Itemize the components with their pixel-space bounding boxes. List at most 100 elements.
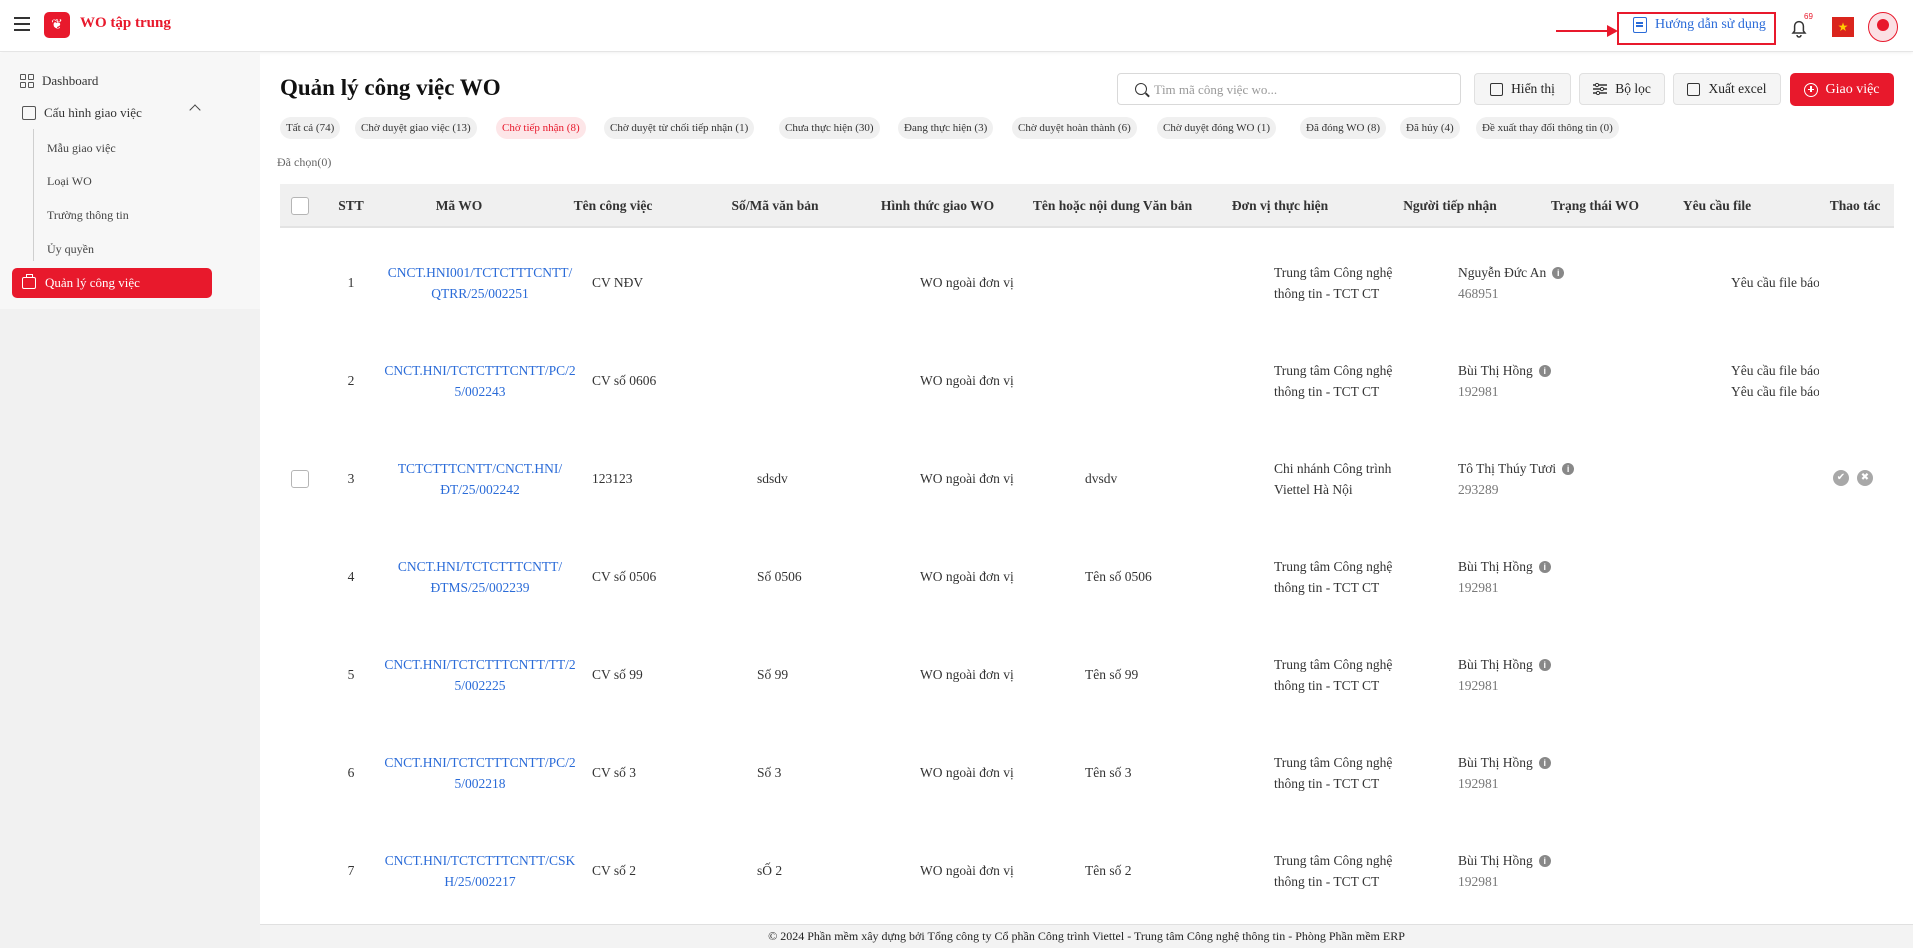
footer: © 2024 Phần mềm xây dựng bởi Tổng công t…: [260, 924, 1913, 948]
row-stt: 5: [347, 667, 355, 682]
wo-code-link[interactable]: CNCT.HNI/TCTCTTTCNTT/TT/2 5/002225: [380, 654, 580, 696]
tab-pending-close[interactable]: Chờ duyệt đóng WO (1): [1157, 117, 1277, 139]
unit-line: Trung tâm Công nghệ: [1274, 657, 1393, 672]
table-header: STT Mã WO Tên công việc Số/Mã văn bản Hì…: [280, 184, 1894, 228]
doc-number: Số 0506: [757, 569, 802, 584]
annotation-arrow: [1556, 30, 1611, 32]
assign-form: WO ngoài đơn vị: [920, 569, 1014, 584]
avatar[interactable]: [1868, 12, 1898, 42]
app-title[interactable]: WO tập trung: [80, 15, 171, 32]
work-name: CV số 99: [592, 667, 643, 682]
sidebar-item-work-management[interactable]: Quản lý công việc: [12, 268, 212, 298]
info-icon[interactable]: i: [1552, 267, 1565, 279]
info-icon[interactable]: i: [1538, 757, 1551, 769]
filter-icon: [1593, 83, 1608, 95]
unit-line: thông tin - TCT CT: [1274, 384, 1380, 399]
select-all-checkbox[interactable]: [291, 197, 309, 215]
wo-code-link[interactable]: CNCT.HNI001/TCTCTTTCNTT/QTRR/25/002251: [380, 262, 580, 304]
wo-code-link[interactable]: CNCT.HNI/TCTCTTTCNTT/CSK H/25/002217: [380, 850, 580, 892]
receiver-id: 192981: [1458, 874, 1499, 889]
receiver-id: 192981: [1458, 384, 1499, 399]
table-row[interactable]: 2 CNCT.HNI/TCTCTTTCNTT/PC/2 5/002243 CV số …: [280, 326, 1894, 424]
info-icon[interactable]: i: [1538, 659, 1551, 671]
reject-icon[interactable]: ✖: [1857, 470, 1873, 486]
display-button[interactable]: Hiển thị: [1474, 73, 1571, 105]
tab-pending-receive[interactable]: Chờ tiếp nhận (8): [496, 117, 586, 139]
tab-change-request[interactable]: Đề xuất thay đổi thông tin (0): [1476, 117, 1619, 139]
filter-button[interactable]: Bộ lọc: [1579, 73, 1665, 105]
approve-icon[interactable]: ✔: [1833, 470, 1849, 486]
page-title: Quản lý công việc WO: [280, 75, 501, 100]
doc-name: Tên số 99: [1085, 667, 1139, 682]
tab-pending-complete[interactable]: Chờ duyệt hoàn thành (6): [1012, 117, 1137, 139]
sidebar-item-fields[interactable]: Trường thông tin: [47, 208, 129, 223]
assign-work-button[interactable]: Giao việc: [1790, 73, 1894, 106]
wo-code-line: 5/002225: [454, 678, 506, 693]
col-unit: Đơn vị thực hiện: [1231, 198, 1329, 213]
doc-name: Tên số 2: [1085, 863, 1132, 878]
excel-icon: [1687, 82, 1701, 96]
info-icon[interactable]: i: [1538, 855, 1551, 867]
tab-in-progress[interactable]: Đang thực hiện (3): [898, 117, 994, 139]
unit-line: thông tin - TCT CT: [1274, 874, 1380, 889]
unit-line: Trung tâm Công nghệ: [1274, 265, 1393, 280]
table-row[interactable]: ✔ ✖ 3 TCTCTTTCNTT/CNCT.HNI/ĐT/25/002242 1231…: [280, 424, 1894, 522]
work-name: CV NĐV: [592, 275, 644, 290]
file-requirement: Yêu cầu file báo: [1731, 272, 1819, 293]
search-input[interactable]: [1154, 80, 1444, 100]
table-row[interactable]: 7 CNCT.HNI/TCTCTTTCNTT/CSK H/25/002217 CV s…: [280, 816, 1894, 914]
receiver-name-line: Bùi Thị Hồng i: [1458, 556, 1628, 577]
top-bar: ❦ WO tập trung Hướng dẫn sử dụng 69 ★: [0, 0, 1913, 52]
unit-line: Trung tâm Công nghệ: [1274, 853, 1393, 868]
sidebar-item-delegation[interactable]: Ủy quyền: [47, 242, 94, 257]
sidebar-item-dashboard[interactable]: Dashboard: [20, 73, 98, 89]
tab-pending-assign[interactable]: Chờ duyệt giao việc (13): [355, 117, 477, 139]
info-icon[interactable]: i: [1538, 561, 1551, 573]
receiver-name: Bùi Thị Hồng: [1458, 755, 1533, 770]
wo-code-link[interactable]: CNCT.HNI/TCTCTTTCNTT/PC/2 5/002243: [380, 360, 580, 402]
sidebar-item-wo-types[interactable]: Loại WO: [47, 174, 92, 189]
plus-circle-icon: [1804, 82, 1819, 97]
table-icon: [1490, 82, 1504, 96]
unit-line: thông tin - TCT CT: [1274, 678, 1380, 693]
wo-code-link[interactable]: CNCT.HNI/TCTCTTTCNTT/ĐTMS/25/002239: [380, 556, 580, 598]
wo-code-line: CNCT.HNI/TCTCTTTCNTT/PC/2: [384, 755, 576, 770]
sidebar-item-config[interactable]: Cấu hình giao việc: [22, 105, 142, 121]
unit-line: Trung tâm Công nghệ: [1274, 755, 1393, 770]
receiver-name: Bùi Thị Hồng: [1458, 657, 1533, 672]
doc-number: sỐ 2: [757, 863, 783, 878]
tab-pending-reject[interactable]: Chờ duyệt từ chối tiếp nhận (1): [604, 117, 755, 139]
export-excel-button[interactable]: Xuất excel: [1673, 73, 1781, 105]
col-code: Mã WO: [435, 198, 483, 213]
table-row[interactable]: 6 CNCT.HNI/TCTCTTTCNTT/PC/2 5/002218 CV số …: [280, 718, 1894, 816]
vietnam-flag-icon[interactable]: ★: [1832, 17, 1854, 37]
search-box[interactable]: [1117, 73, 1461, 105]
app-logo[interactable]: ❦: [44, 12, 70, 38]
wo-code-link[interactable]: CNCT.HNI/TCTCTTTCNTT/PC/2 5/002218: [380, 752, 580, 794]
receiver: Bùi Thị Hồng i 192981: [1458, 850, 1628, 892]
display-button-label: Hiển thị: [1511, 81, 1555, 96]
wo-code-link[interactable]: TCTCTTTCNTT/CNCT.HNI/ĐT/25/002242: [380, 458, 580, 500]
tab-all[interactable]: Tất cả (74): [280, 117, 341, 139]
assign-form: WO ngoài đơn vị: [920, 471, 1014, 486]
table-row[interactable]: 5 CNCT.HNI/TCTCTTTCNTT/TT/2 5/002225 CV số …: [280, 620, 1894, 718]
tab-cancelled[interactable]: Đã hủy (4): [1400, 117, 1460, 139]
user-guide-link[interactable]: Hướng dẫn sử dụng: [1633, 17, 1766, 33]
tab-not-started[interactable]: Chưa thực hiện (30): [779, 117, 880, 139]
row-checkbox[interactable]: [291, 470, 309, 488]
executing-unit: Chi nhánh Công trình Viettel Hà Nội: [1274, 458, 1434, 500]
info-icon[interactable]: i: [1562, 463, 1575, 475]
sidebar-item-templates[interactable]: Mẫu giao việc: [47, 141, 116, 156]
doc-number: Số 99: [757, 667, 789, 682]
table-row[interactable]: 4 CNCT.HNI/TCTCTTTCNTT/ĐTMS/25/002239 CV s…: [280, 522, 1894, 620]
receiver-name-line: Tô Thị Thúy Tươi i: [1458, 458, 1628, 479]
briefcase-icon: [22, 274, 36, 289]
doc-number: Số 3: [757, 765, 782, 780]
unit-line: thông tin - TCT CT: [1274, 286, 1380, 301]
doc-name: dvsdv: [1085, 471, 1118, 486]
wo-code-line: QTRR/25/002251: [431, 286, 529, 301]
menu-icon[interactable]: [14, 17, 30, 31]
tab-closed[interactable]: Đã đóng WO (8): [1300, 117, 1387, 139]
table-row[interactable]: 1 CNCT.HNI001/TCTCTTTCNTT/QTRR/25/002251 C…: [280, 228, 1894, 326]
info-icon[interactable]: i: [1538, 365, 1551, 377]
